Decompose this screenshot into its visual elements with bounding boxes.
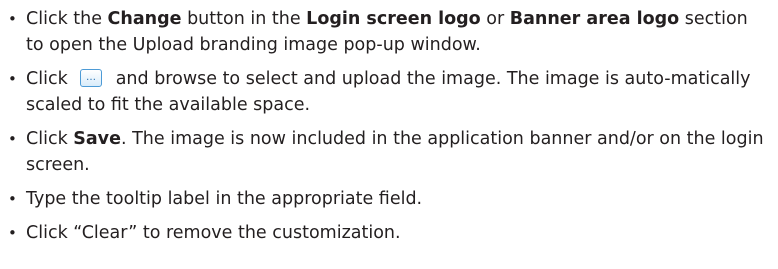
bullet-symbol: • [8,130,17,148]
item-text: Type the tooltip label in the appropriat… [26,189,423,209]
item-text: button in the [181,9,307,29]
ellipsis-icon: … [85,72,96,83]
instruction-item-browse-upload: • Click … and browse to select and upload … [0,66,778,118]
bullet-symbol: • [8,190,17,208]
item-text: Click the [26,9,108,29]
item-text: or [480,9,510,29]
item-text: Click [26,69,68,89]
bullet-symbol: • [8,70,17,88]
instruction-item-save: • Click Save. The image is now included … [0,126,778,178]
change-button-reference: Change [107,9,182,29]
instruction-document: • Click the Change button in the Login s… [0,0,778,269]
browse-button-icon: … [79,69,102,87]
save-button-reference: Save [73,129,121,149]
item-text: Click “Clear” to remove the customizatio… [26,223,401,243]
instruction-item-clear: • Click “Clear” to remove the customizat… [0,220,778,246]
instruction-item-change-logo: • Click the Change button in the Login s… [0,6,778,58]
item-text: . The image is now included in the appli… [26,129,764,175]
instruction-item-tooltip: • Type the tooltip label in the appropri… [0,186,778,212]
item-text: and browse to select and upload the imag… [26,69,751,115]
login-screen-logo-reference: Login screen logo [306,9,481,29]
item-text: Click [26,129,74,149]
bullet-symbol: • [8,10,17,28]
bullet-symbol: • [8,224,17,242]
banner-area-logo-reference: Banner area logo [509,9,680,29]
instruction-list: • Click the Change button in the Login s… [0,6,778,246]
